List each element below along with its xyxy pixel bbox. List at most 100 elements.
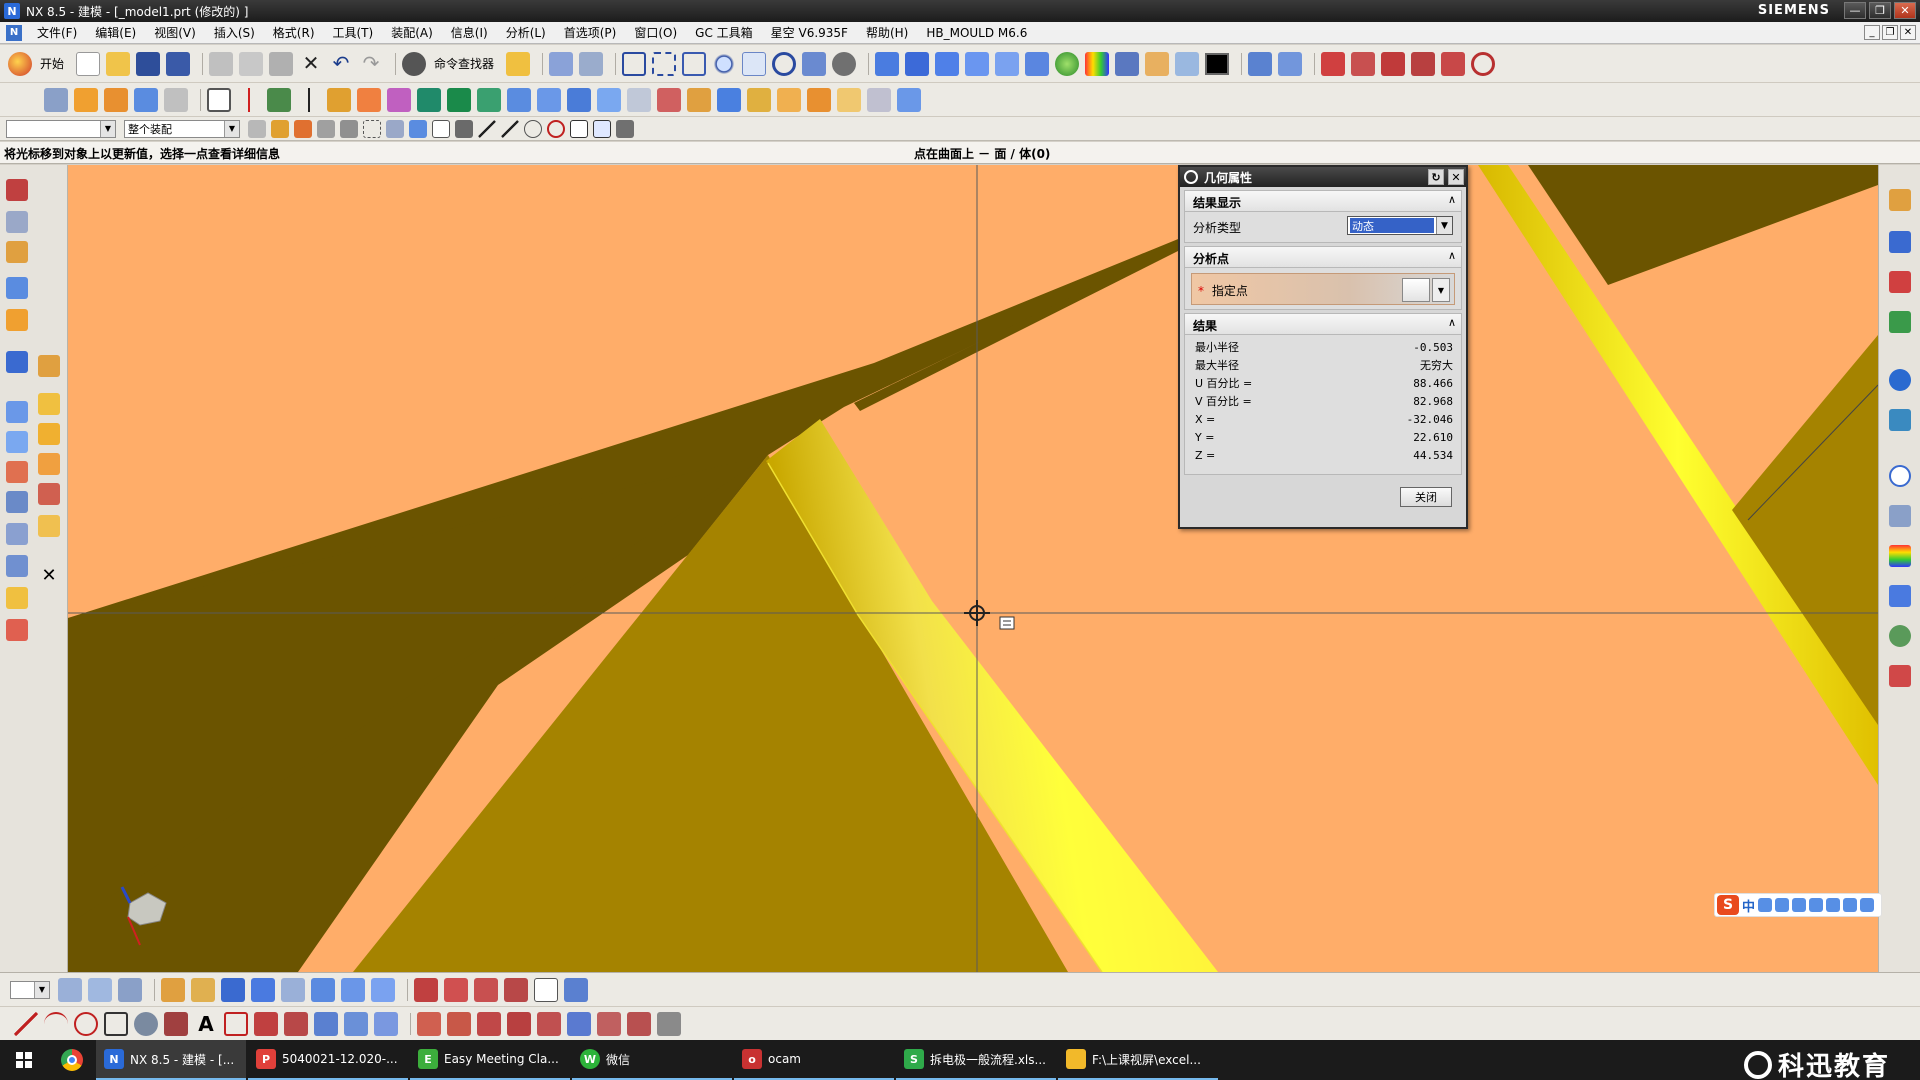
drawing-icon[interactable] xyxy=(6,587,28,609)
pull-face-icon[interactable] xyxy=(777,87,801,112)
analysis-icon[interactable] xyxy=(1248,51,1273,76)
enable-snap-icon[interactable] xyxy=(432,119,450,138)
palette-icon[interactable] xyxy=(1889,545,1911,567)
constraint-auto-icon[interactable] xyxy=(414,977,438,1002)
fit-view-icon[interactable] xyxy=(622,51,647,76)
snap-view-icon[interactable] xyxy=(549,51,574,76)
zoom-window-icon[interactable] xyxy=(652,51,677,76)
face-rule-icon[interactable] xyxy=(340,119,358,138)
microphone-icon[interactable] xyxy=(1792,898,1807,912)
roles-user-icon[interactable] xyxy=(1889,625,1911,647)
transform-icon[interactable] xyxy=(579,51,604,76)
view-trimetric-icon[interactable] xyxy=(875,51,900,76)
ime-mode[interactable]: 中 xyxy=(1742,896,1755,915)
move-to-layer-icon[interactable] xyxy=(118,977,142,1002)
trim-curve-icon[interactable] xyxy=(417,1011,441,1036)
chamfer-curve-icon[interactable] xyxy=(537,1011,561,1036)
revolve-icon[interactable] xyxy=(104,87,128,112)
wrench-icon[interactable] xyxy=(1860,898,1875,912)
roles-icon[interactable] xyxy=(6,431,28,453)
layer-icon[interactable] xyxy=(1145,51,1170,76)
subtract-icon[interactable] xyxy=(447,87,471,112)
point-dialog-button[interactable] xyxy=(1402,278,1430,302)
start-button-label[interactable]: 开始 xyxy=(40,55,64,72)
circle-snap-icon[interactable] xyxy=(547,119,565,138)
boss-icon[interactable] xyxy=(357,87,381,112)
reuse-library-icon[interactable] xyxy=(6,277,28,299)
spline-icon[interactable] xyxy=(164,1011,188,1036)
polygon-icon[interactable] xyxy=(224,1011,248,1036)
smooth-spline-icon[interactable] xyxy=(627,1011,651,1036)
intersect-icon[interactable] xyxy=(477,87,501,112)
restore-button[interactable]: ❐ xyxy=(1869,2,1891,19)
minimize-button[interactable]: — xyxy=(1844,2,1866,19)
parting-tool-icon[interactable] xyxy=(38,393,60,415)
bounding-box-icon[interactable] xyxy=(616,119,634,138)
constraint-parallel-icon[interactable] xyxy=(474,977,498,1002)
replace-face-icon[interactable] xyxy=(747,87,771,112)
snap-point-icon[interactable] xyxy=(271,119,289,138)
taskbar-item-ocam[interactable]: o ocam xyxy=(734,1040,894,1080)
user-icon[interactable] xyxy=(1826,898,1841,912)
select-face-icon[interactable] xyxy=(386,119,404,138)
mold-wizard-icon[interactable] xyxy=(1889,189,1911,211)
measure-angle-icon[interactable] xyxy=(1381,51,1406,76)
measure-distance-icon[interactable] xyxy=(1321,51,1346,76)
point-icon[interactable] xyxy=(297,87,321,112)
view-front-icon[interactable] xyxy=(905,51,930,76)
menu-hb-mould[interactable]: HB_MOULD M6.6 xyxy=(917,26,1036,40)
endpoint-snap-icon[interactable] xyxy=(455,119,473,138)
measure-body-icon[interactable] xyxy=(1411,51,1436,76)
wcs-icon[interactable] xyxy=(1115,51,1140,76)
menu-window[interactable]: 窗口(O) xyxy=(625,24,686,41)
snap-curve-icon[interactable] xyxy=(341,977,365,1002)
menu-information[interactable]: 信息(I) xyxy=(442,24,497,41)
core-cavity-icon[interactable] xyxy=(38,423,60,445)
constraint-display-icon[interactable] xyxy=(564,977,588,1002)
electrode-icon[interactable] xyxy=(6,491,28,513)
menu-insert[interactable]: 插入(S) xyxy=(205,24,264,41)
midpoint-snap-icon[interactable] xyxy=(478,119,496,138)
edge-blend-icon[interactable] xyxy=(507,87,531,112)
chrome-taskbar-button[interactable] xyxy=(48,1040,96,1080)
selection-box-icon[interactable] xyxy=(363,119,381,138)
menu-file[interactable]: 文件(F) xyxy=(28,24,86,41)
taskbar-item-easy-meeting[interactable]: E Easy Meeting Cla... xyxy=(410,1040,570,1080)
view-top-icon[interactable] xyxy=(935,51,960,76)
pattern-icon[interactable] xyxy=(387,87,411,112)
shell-icon[interactable] xyxy=(567,87,591,112)
background-icon[interactable] xyxy=(1055,51,1080,76)
doc-restore-button[interactable]: ❐ xyxy=(1882,25,1898,40)
section-curve-icon[interactable] xyxy=(374,1011,398,1036)
system-materials-icon[interactable] xyxy=(6,461,28,483)
electrode-design-icon[interactable] xyxy=(1889,271,1911,293)
extract-geometry-icon[interactable] xyxy=(837,87,861,112)
arc-icon[interactable] xyxy=(44,1011,68,1036)
point-on-curve-icon[interactable] xyxy=(570,119,588,138)
color-swatch[interactable] xyxy=(1205,52,1230,75)
menu-tools[interactable]: 工具(T) xyxy=(324,24,383,41)
web-browser-icon[interactable] xyxy=(6,351,28,373)
chamfer-icon[interactable] xyxy=(537,87,561,112)
split-body-icon[interactable] xyxy=(657,87,681,112)
view-isometric-icon[interactable] xyxy=(1025,51,1050,76)
divide-curve-icon[interactable] xyxy=(477,1011,501,1036)
specify-point-field[interactable]: * 指定点 ▼ xyxy=(1191,273,1455,305)
snap-face-icon[interactable] xyxy=(371,977,395,1002)
text-icon[interactable]: A xyxy=(194,1012,218,1036)
cross-icon[interactable]: ✕ xyxy=(38,565,60,587)
section-analysis-icon[interactable] xyxy=(1471,51,1496,76)
save-icon[interactable] xyxy=(136,51,161,76)
taskbar-item-spreadsheet[interactable]: S 拆电极一般流程.xls... xyxy=(896,1040,1056,1080)
bridge-curve-icon[interactable] xyxy=(284,1011,308,1036)
copy-icon[interactable] xyxy=(239,51,264,76)
menu-view[interactable]: 视图(V) xyxy=(145,24,205,41)
command-finder-icon[interactable] xyxy=(402,51,427,76)
doc-minimize-button[interactable]: _ xyxy=(1864,25,1880,40)
results-group-header[interactable]: 结果 ∧ xyxy=(1184,313,1462,335)
intersect-curve-icon[interactable] xyxy=(344,1011,368,1036)
processes-icon[interactable] xyxy=(1889,585,1911,607)
arc-center-snap-icon[interactable] xyxy=(524,119,542,138)
redo-icon[interactable]: ↷ xyxy=(359,52,383,76)
bounded-plane-icon[interactable] xyxy=(867,87,891,112)
